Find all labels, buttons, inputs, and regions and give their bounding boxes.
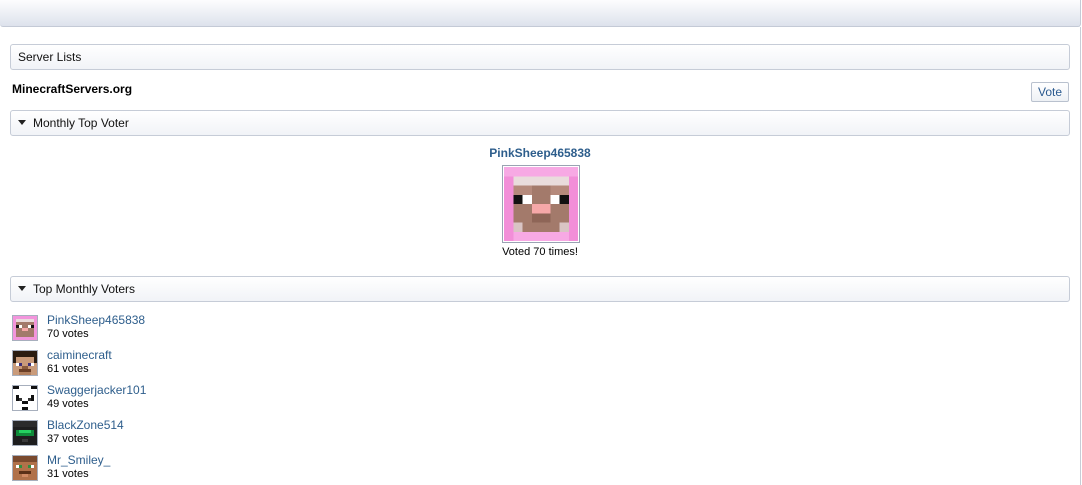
section-title: Monthly Top Voter — [33, 116, 129, 130]
voter-avatar[interactable] — [12, 385, 38, 411]
voter-votes: 37 votes — [47, 433, 89, 445]
voter-avatar[interactable] — [12, 420, 38, 446]
voter-votes: 70 votes — [47, 328, 89, 340]
section-server-lists[interactable]: Server Lists — [10, 44, 1070, 70]
voter-avatar[interactable] — [12, 315, 38, 341]
voter-name-link[interactable]: Mr_Smiley_ — [47, 453, 110, 467]
top-voter-name[interactable]: PinkSheep465838 — [440, 146, 640, 160]
voter-votes: 49 votes — [47, 398, 89, 410]
smiley-skin-icon — [13, 456, 37, 480]
section-title: Top Monthly Voters — [33, 282, 136, 296]
vote-button[interactable]: Vote — [1031, 82, 1069, 102]
top-voter-count: Voted 70 times! — [502, 246, 578, 258]
caret-down-icon — [18, 120, 26, 125]
top-voter-avatar[interactable] — [502, 165, 580, 243]
voter-votes: 31 votes — [47, 468, 89, 480]
voter-avatar[interactable] — [12, 455, 38, 481]
pink-sheep-icon — [504, 167, 578, 241]
green-visor-icon — [13, 421, 37, 445]
voter-votes: 61 votes — [47, 363, 89, 375]
panda-icon — [13, 386, 37, 410]
voter-name-link[interactable]: Swaggerjacker101 — [47, 383, 146, 397]
pink-sheep-icon — [13, 316, 37, 340]
section-monthly-top-voter[interactable]: Monthly Top Voter — [10, 110, 1070, 136]
section-top-monthly-voters[interactable]: Top Monthly Voters — [10, 276, 1070, 302]
voter-name-link[interactable]: BlackZone514 — [47, 418, 124, 432]
window-header-bar — [0, 0, 1081, 27]
voter-row: PinkSheep465838 70 votes — [12, 313, 412, 343]
voter-avatar[interactable] — [12, 350, 38, 376]
voter-row: caiminecraft 61 votes — [12, 348, 412, 378]
voter-name-link[interactable]: PinkSheep465838 — [47, 313, 145, 327]
frame-border — [1080, 27, 1081, 485]
voter-row: Swaggerjacker101 49 votes — [12, 383, 412, 413]
site-name: MinecraftServers.org — [12, 82, 133, 96]
steve-icon — [13, 351, 37, 375]
voter-row: BlackZone514 37 votes — [12, 418, 412, 448]
voter-row: Mr_Smiley_ 31 votes — [12, 453, 412, 483]
section-title: Server Lists — [18, 50, 82, 64]
caret-down-icon — [18, 286, 26, 291]
voter-name-link[interactable]: caiminecraft — [47, 348, 112, 362]
